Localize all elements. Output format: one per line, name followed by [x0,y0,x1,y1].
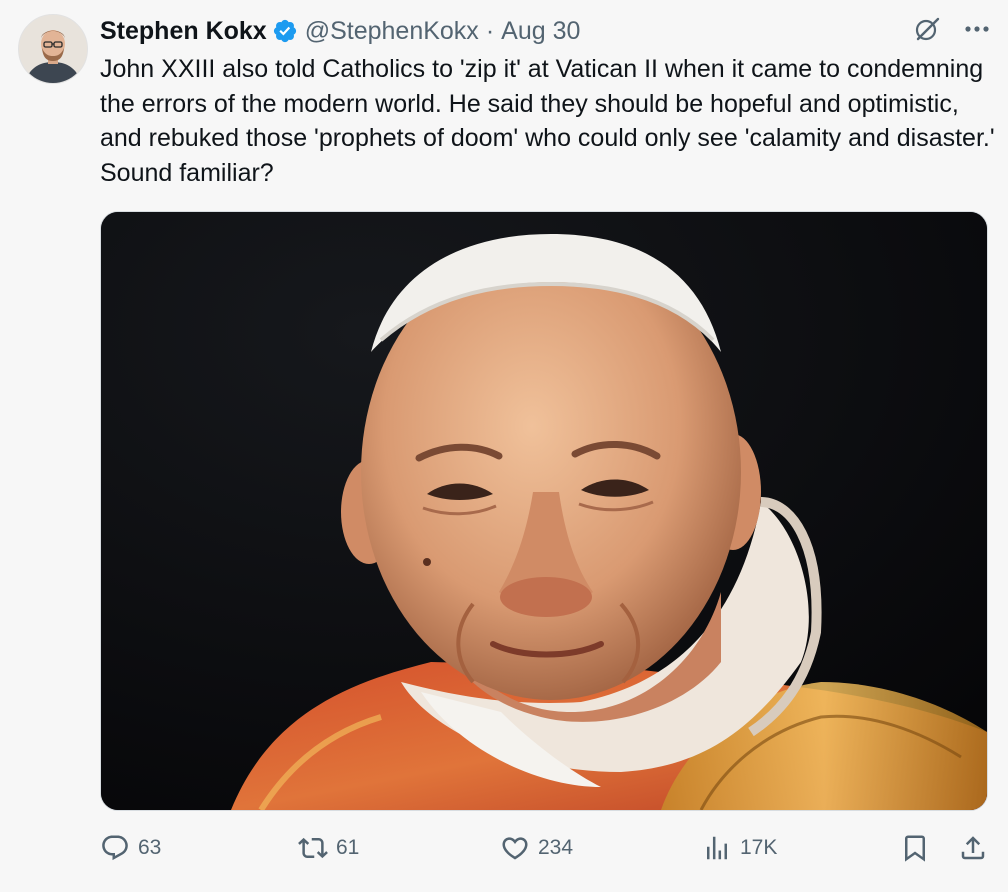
portrait-image [101,212,987,810]
repost-icon [298,837,328,859]
user-handle[interactable]: @StephenKokx [305,17,479,46]
tweet-text: John XXIII also told Catholics to 'zip i… [100,55,995,187]
avatar-image [19,15,87,83]
tweet-date[interactable]: Aug 30 [501,17,580,46]
tweet-card[interactable]: Stephen Kokx @StephenKokx · Aug 30 John … [0,0,1008,892]
repost-count: 61 [336,836,360,859]
avatar[interactable] [18,14,88,84]
header-separator: · [485,16,495,45]
grok-icon[interactable] [912,14,942,44]
tweet-top-actions [912,14,990,44]
views-button[interactable]: 17K [702,828,777,868]
reply-count: 63 [138,836,162,859]
share-icon [961,836,985,860]
like-button[interactable]: 234 [500,828,573,868]
reply-button[interactable]: 63 [100,828,161,868]
tweet-media-image[interactable] [100,211,988,811]
display-name[interactable]: Stephen Kokx [100,17,267,46]
views-count: 17K [740,836,778,859]
like-icon [502,837,528,860]
tweet-action-bar: 63 61 234 17K [100,828,990,868]
bookmark-icon [905,835,925,862]
views-icon [707,836,727,860]
like-count: 234 [538,836,574,859]
repost-button[interactable]: 61 [298,828,359,868]
bookmark-button[interactable] [900,828,930,868]
tweet-header: Stephen Kokx @StephenKokx · Aug 30 [100,12,580,50]
verified-badge-icon[interactable] [272,18,298,44]
more-icon[interactable] [964,25,990,33]
share-button[interactable] [958,828,988,868]
reply-icon [102,835,128,861]
